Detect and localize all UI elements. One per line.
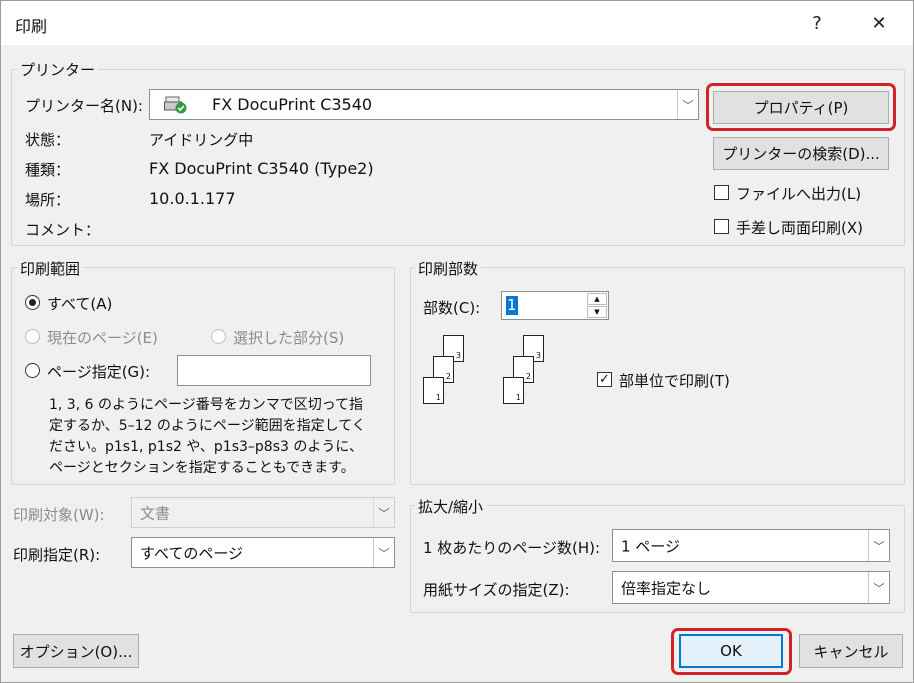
print-range-group-label: 印刷範囲 bbox=[17, 258, 84, 279]
manual-duplex-label[interactable]: 手差し両面印刷(X) bbox=[736, 217, 863, 238]
chevron-down-icon: ﹀ bbox=[868, 530, 889, 561]
location-label: 場所： bbox=[25, 191, 71, 209]
copies-count-label: 部数(C): bbox=[423, 299, 481, 317]
printer-name-select[interactable]: FX DocuPrint C3540 ﹀ bbox=[149, 89, 699, 120]
scale-label: 用紙サイズの指定(Z): bbox=[423, 581, 570, 599]
type-value: FX DocuPrint C3540 (Type2) bbox=[149, 159, 374, 178]
range-all-label[interactable]: すべて(A) bbox=[47, 293, 112, 314]
print-dialog: 印刷 ? ✕ プリンター プリンター名(N): FX DocuPrint C35… bbox=[0, 0, 914, 683]
spin-up-icon[interactable]: ▲ bbox=[587, 293, 607, 305]
find-printer-button[interactable]: プリンターの検索(D)... bbox=[713, 137, 889, 170]
print-what-label: 印刷対象(W): bbox=[13, 506, 105, 524]
cancel-button[interactable]: キャンセル bbox=[799, 634, 903, 668]
print-what-value: 文書 bbox=[140, 504, 171, 522]
range-all-radio[interactable] bbox=[25, 295, 40, 310]
spin-down-icon[interactable]: ▼ bbox=[587, 306, 607, 318]
copies-group-label: 印刷部数 bbox=[415, 258, 482, 279]
range-pages-label[interactable]: ページ指定(G): bbox=[47, 361, 150, 382]
status-value: アイドリング中 bbox=[149, 131, 254, 149]
collate-checkbox[interactable]: ✓ bbox=[597, 372, 612, 387]
range-help-line-3: ださい。p1s1, p1s2 や、p1s3–p8s3 のように、 bbox=[49, 439, 363, 455]
print-what-select[interactable]: 文書 ﹀ bbox=[131, 497, 395, 528]
zoom-group-label: 拡大/縮小 bbox=[415, 496, 487, 517]
print-to-file-label[interactable]: ファイルへ出力(L) bbox=[736, 183, 861, 204]
print-spec-label: 印刷指定(R): bbox=[13, 546, 101, 564]
comment-label: コメント： bbox=[25, 221, 101, 239]
pages-input[interactable] bbox=[177, 355, 371, 386]
status-label: 状態： bbox=[25, 131, 71, 149]
chevron-down-icon: ﹀ bbox=[868, 572, 889, 603]
range-help-line-4: ページとセクションを指定することもできます。 bbox=[49, 460, 355, 476]
print-spec-value: すべてのページ bbox=[140, 544, 244, 562]
title-bar: 印刷 ? ✕ bbox=[1, 1, 913, 45]
collate-label[interactable]: 部単位で印刷(T) bbox=[619, 370, 730, 391]
page-1-icon: 1 bbox=[423, 377, 444, 404]
range-selection-label[interactable]: 選択した部分(S) bbox=[233, 327, 344, 348]
chevron-down-icon: ﹀ bbox=[677, 90, 698, 119]
dialog-title: 印刷 bbox=[15, 17, 48, 36]
range-help-line-1: 1, 3, 6 のようにページ番号をカンマで区切って指 bbox=[49, 397, 363, 413]
print-spec-select[interactable]: すべてのページ ﹀ bbox=[131, 537, 395, 568]
copies-spinner[interactable]: 1 ▲ ▼ bbox=[501, 291, 609, 320]
type-label: 種類： bbox=[25, 161, 71, 179]
print-to-file-checkbox[interactable] bbox=[714, 185, 729, 200]
range-selection-radio[interactable] bbox=[211, 329, 226, 344]
printer-name-label: プリンター名(N): bbox=[25, 97, 143, 115]
printer-group-label: プリンター bbox=[17, 59, 99, 80]
chevron-down-icon: ﹀ bbox=[373, 538, 394, 567]
range-help-line-2: 定するか、5–12 のようにページ範囲を指定してく bbox=[49, 418, 366, 434]
range-current-radio[interactable] bbox=[25, 329, 40, 344]
location-value: 10.0.1.177 bbox=[149, 189, 236, 208]
ok-highlight bbox=[671, 628, 792, 675]
pages-per-sheet-value: 1 ページ bbox=[621, 537, 681, 555]
page-1-icon: 1 bbox=[503, 377, 524, 404]
printer-icon bbox=[164, 96, 188, 114]
manual-duplex-checkbox[interactable] bbox=[714, 219, 729, 234]
scale-select[interactable]: 倍率指定なし ﹀ bbox=[612, 571, 890, 604]
copies-count-value: 1 bbox=[506, 296, 518, 315]
options-button[interactable]: オプション(O)... bbox=[13, 634, 139, 668]
printer-name-value: FX DocuPrint C3540 bbox=[212, 95, 373, 114]
chevron-down-icon: ﹀ bbox=[373, 498, 394, 527]
help-button[interactable]: ? bbox=[797, 5, 837, 41]
range-pages-radio[interactable] bbox=[25, 363, 40, 378]
range-current-label[interactable]: 現在のページ(E) bbox=[47, 327, 158, 348]
scale-value: 倍率指定なし bbox=[621, 579, 712, 597]
properties-highlight bbox=[706, 83, 896, 131]
close-button[interactable]: ✕ bbox=[859, 5, 899, 41]
pages-per-sheet-label: 1 枚あたりのページ数(H): bbox=[423, 539, 601, 557]
pages-per-sheet-select[interactable]: 1 ページ ﹀ bbox=[612, 529, 890, 562]
